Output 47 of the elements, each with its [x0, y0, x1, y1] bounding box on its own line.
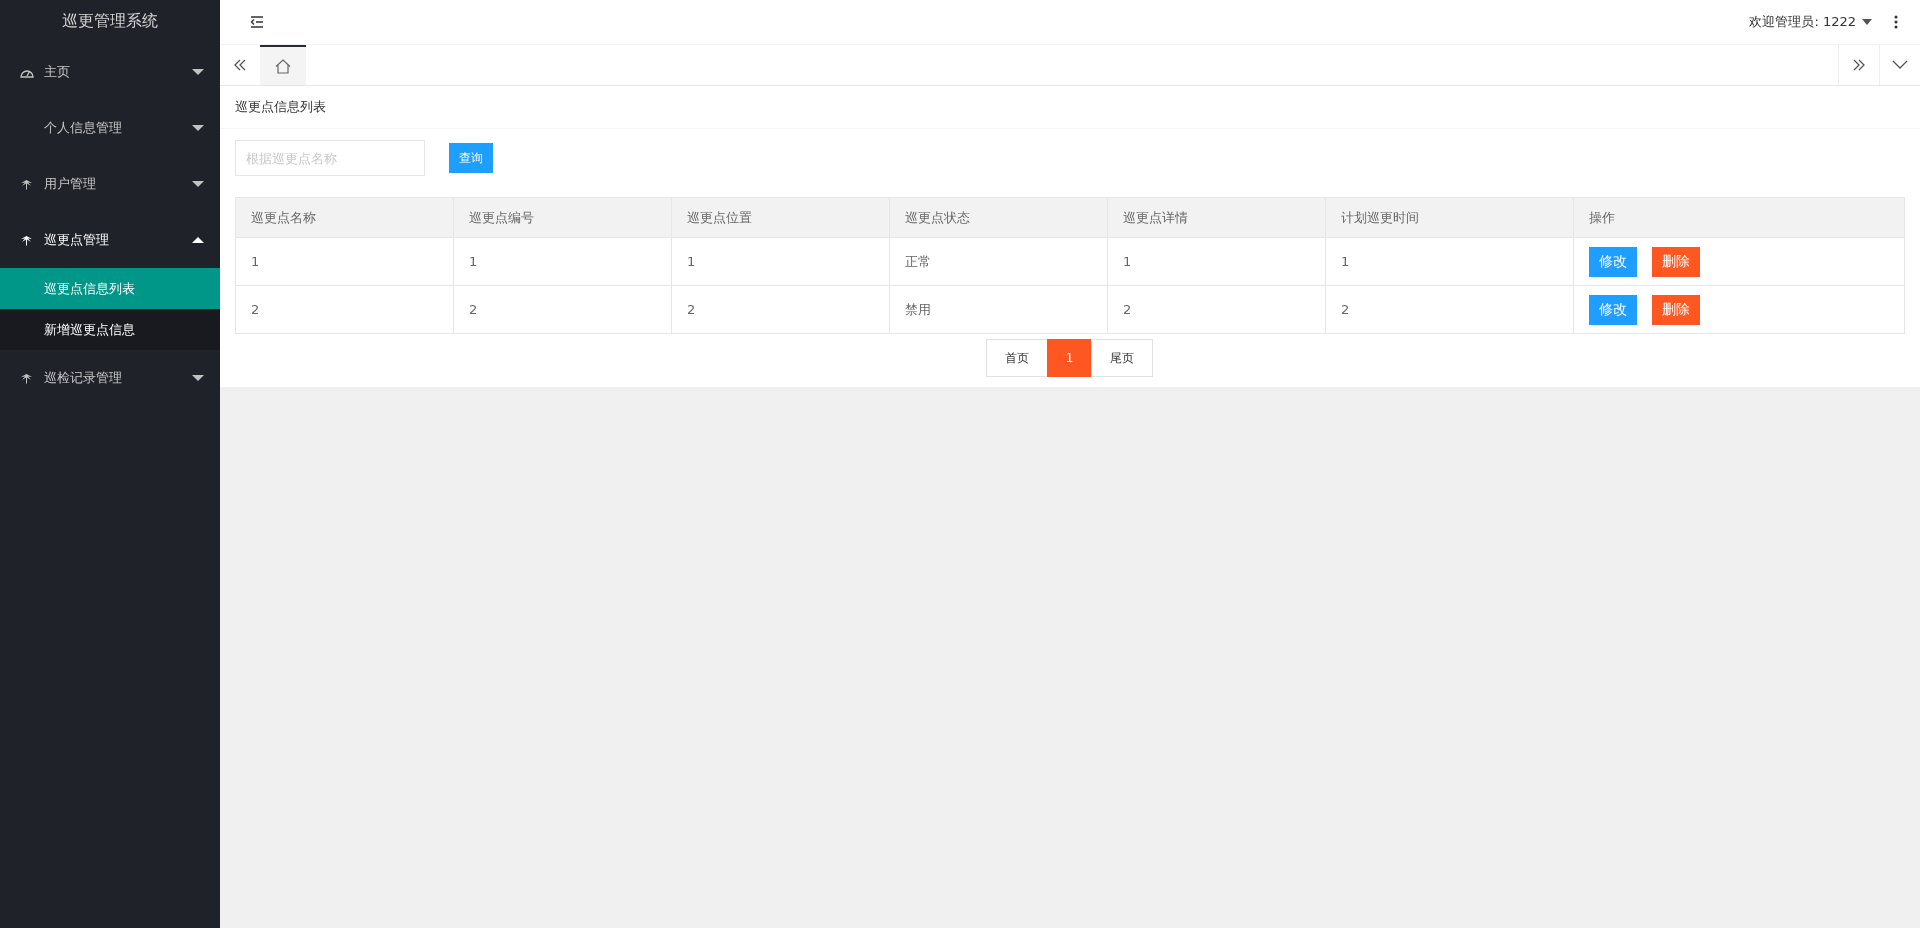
column-header: 巡更点位置 [671, 197, 890, 238]
home-tab[interactable] [260, 45, 306, 85]
submenu-item[interactable]: 新增巡更点信息 [0, 309, 220, 350]
page-button[interactable]: 尾页 [1091, 339, 1154, 377]
more-icon[interactable] [1894, 15, 1898, 29]
menu-fold-icon[interactable] [250, 16, 264, 28]
double-chevron-left-icon [233, 58, 247, 72]
table-cell: 2 [671, 285, 890, 334]
column-header: 计划巡更时间 [1325, 197, 1574, 238]
table-cell: 正常 [889, 237, 1108, 286]
user-menu[interactable]: 欢迎管理员: 1222 [1749, 13, 1856, 31]
table-cell: 1 [453, 237, 672, 286]
table-cell: 1 [235, 237, 454, 286]
table-cell: 2 [235, 285, 454, 334]
table-cell: 1 [1107, 237, 1326, 286]
column-header: 巡更点详情 [1107, 197, 1326, 238]
sidebar-item[interactable]: 个人信息管理 [0, 100, 220, 156]
page-title: 巡更点信息列表 [220, 86, 1920, 129]
column-header: 操作 [1573, 197, 1905, 238]
table-cell: 2 [1107, 285, 1326, 334]
sidebar-item[interactable]: 巡检记录管理 [0, 350, 220, 406]
column-header: 巡更点名称 [235, 197, 454, 238]
caret-icon [192, 181, 204, 187]
table-cell: 2 [453, 285, 672, 334]
caret-icon [192, 237, 204, 243]
table-cell: 禁用 [889, 285, 1108, 334]
palm-icon [20, 234, 33, 246]
chevron-down-icon [1892, 60, 1908, 70]
sidebar-item[interactable]: 主页 [0, 44, 220, 100]
table-cell: 1 [671, 237, 890, 286]
caret-icon [192, 125, 204, 131]
palm-icon [20, 178, 33, 190]
table-cell: 1 [1325, 237, 1574, 286]
palm-icon [20, 372, 33, 384]
double-chevron-right-icon [1852, 58, 1866, 72]
submenu-item[interactable]: 巡更点信息列表 [0, 268, 220, 309]
page-button[interactable]: 首页 [985, 339, 1048, 377]
table-cell: 2 [1325, 285, 1574, 334]
column-header: 巡更点编号 [453, 197, 672, 238]
caret-icon [1862, 19, 1872, 25]
home-icon [275, 58, 291, 74]
sidebar-item[interactable]: 用户管理 [0, 156, 220, 212]
column-header: 巡更点状态 [889, 197, 1108, 238]
caret-icon [192, 375, 204, 381]
app-title: 巡更管理系统 [61, 10, 159, 32]
caret-icon [192, 69, 204, 75]
sidebar-item[interactable]: 巡更点管理 [0, 212, 220, 268]
